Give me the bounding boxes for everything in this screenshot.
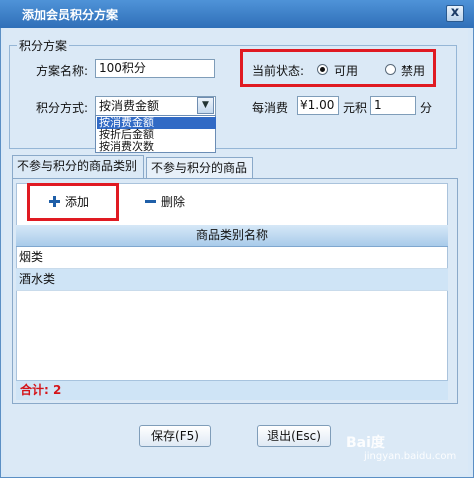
- chevron-down-icon[interactable]: ▼: [197, 97, 214, 114]
- table-row[interactable]: 烟类: [16, 247, 448, 269]
- add-button[interactable]: 添加: [65, 193, 89, 210]
- points-input[interactable]: 1: [370, 96, 416, 115]
- exit-button[interactable]: 退出(Esc): [257, 425, 331, 447]
- status-disabled-label[interactable]: 禁用: [401, 62, 425, 79]
- tab-excluded-products[interactable]: 不参与积分的商品: [146, 157, 253, 178]
- method-label: 积分方式:: [36, 101, 89, 115]
- watermark-logo: Bai度: [346, 435, 385, 451]
- tab-excluded-categories[interactable]: 不参与积分的商品类别: [12, 155, 144, 178]
- close-button[interactable]: x: [446, 5, 464, 22]
- save-button[interactable]: 保存(F5): [139, 425, 211, 447]
- points-unit-label: 分: [420, 101, 433, 115]
- watermark-url: jingyan.baidu.com: [364, 451, 457, 462]
- method-dropdown-list[interactable]: 按消费金额 按折后金额 按消费次数: [95, 115, 216, 153]
- per-spend-label: 每消费: [252, 101, 289, 115]
- minus-icon: [145, 200, 156, 203]
- amount-input[interactable]: ¥1.00: [297, 96, 339, 115]
- method-select-value: 按消费金额: [99, 99, 160, 113]
- unit-label: 元积: [343, 101, 368, 115]
- status-enabled-radio[interactable]: [317, 64, 328, 75]
- delete-button[interactable]: 删除: [161, 193, 185, 210]
- window-title: 添加会员积分方案: [22, 8, 119, 22]
- status-disabled-radio[interactable]: [385, 64, 396, 75]
- plus-icon: [49, 196, 60, 207]
- plan-name-label: 方案名称:: [36, 64, 89, 78]
- grid-total: 合计: 2: [16, 380, 448, 400]
- status-enabled-label[interactable]: 可用: [334, 62, 358, 79]
- column-header-category-name[interactable]: 商品类别名称: [16, 225, 448, 247]
- status-label: 当前状态:: [252, 64, 305, 78]
- method-option[interactable]: 按消费次数: [97, 141, 216, 153]
- plan-name-input[interactable]: 100积分: [95, 59, 215, 78]
- table-row[interactable]: 酒水类: [16, 269, 448, 291]
- plan-group-label: 积分方案: [17, 37, 70, 54]
